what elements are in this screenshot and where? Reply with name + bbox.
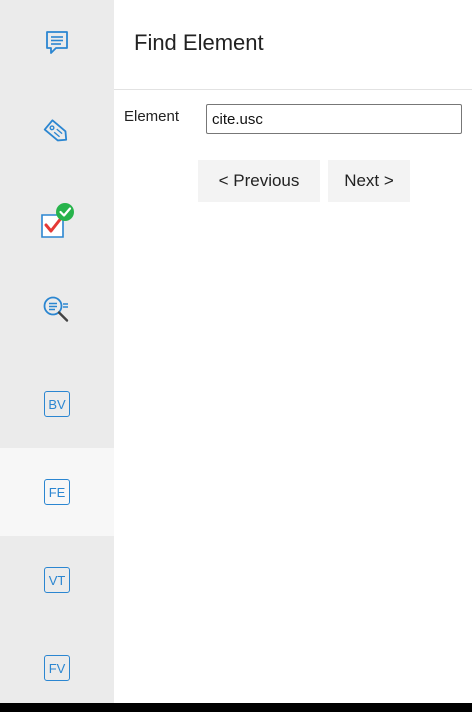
sidebar-item-comments[interactable] bbox=[0, 0, 114, 88]
search-list-icon bbox=[43, 296, 69, 322]
page-title: Find Element bbox=[134, 30, 264, 55]
comment-icon bbox=[46, 31, 68, 54]
checklist-success-icon bbox=[41, 203, 74, 238]
sidebar: BV FE VT FV bbox=[0, 0, 114, 703]
find-element-panel: Find Element Element < Previous Next > bbox=[114, 0, 472, 703]
fv-icon: FV bbox=[44, 655, 70, 681]
sidebar-item-vt[interactable]: VT bbox=[0, 536, 114, 624]
sidebar-item-fe[interactable]: FE bbox=[0, 448, 114, 536]
fe-icon: FE bbox=[44, 479, 70, 505]
panel-header: Find Element bbox=[114, 0, 472, 90]
next-button[interactable]: Next > bbox=[328, 160, 410, 202]
vt-icon: VT bbox=[44, 567, 70, 593]
previous-button[interactable]: < Previous bbox=[198, 160, 320, 202]
app-frame: BV FE VT FV Find Element Element < Previ… bbox=[0, 0, 472, 703]
sidebar-item-bv[interactable]: BV bbox=[0, 360, 114, 448]
bv-icon: BV bbox=[44, 391, 70, 417]
tag-icon bbox=[43, 119, 68, 142]
sidebar-item-checks[interactable] bbox=[0, 176, 114, 264]
sidebar-item-fv[interactable]: FV bbox=[0, 624, 114, 712]
sidebar-item-search[interactable] bbox=[0, 264, 114, 352]
sidebar-item-tags[interactable] bbox=[0, 88, 114, 176]
element-label: Element bbox=[124, 108, 180, 125]
element-input[interactable] bbox=[206, 104, 462, 134]
